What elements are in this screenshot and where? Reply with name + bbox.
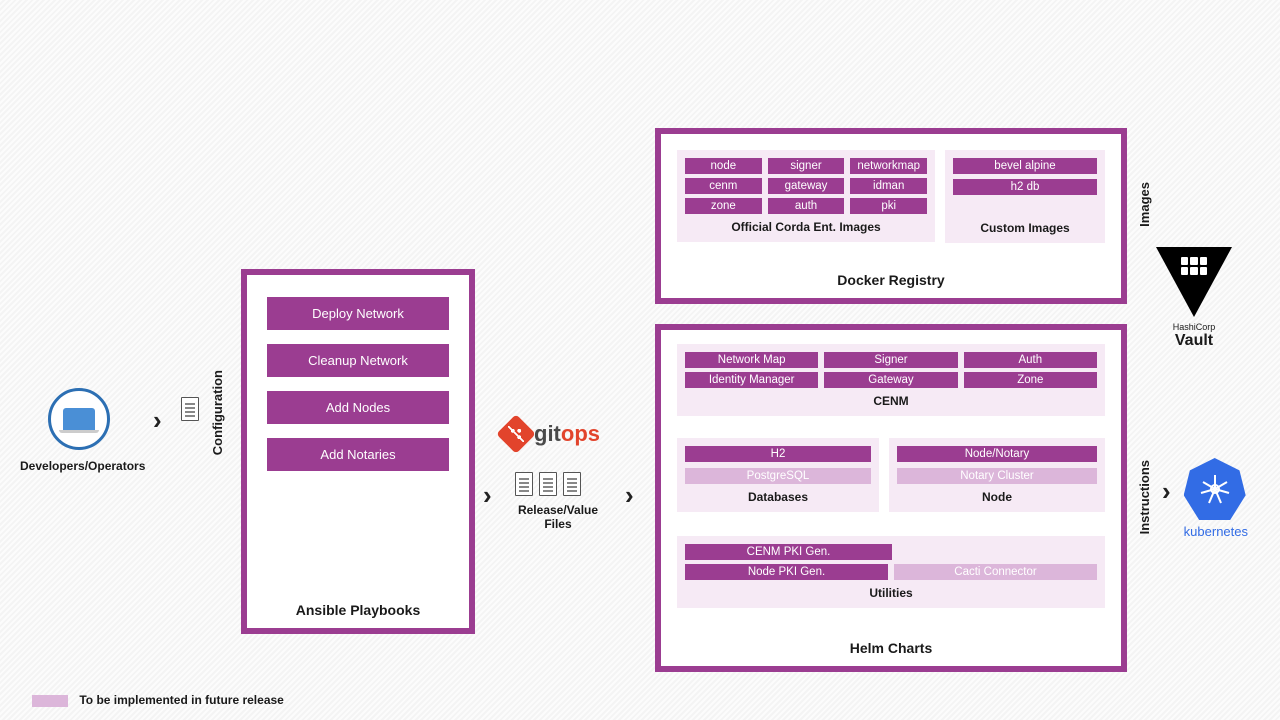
node-title: Node (897, 490, 1097, 504)
pill: H2 (685, 446, 871, 462)
instructions-label: Instructions (1137, 460, 1152, 534)
gitops-logo: gitops (502, 420, 600, 448)
developers-label: Developers/Operators (20, 459, 145, 473)
pill: networkmap (850, 158, 927, 174)
ansible-panel: Deploy Network Cleanup Network Add Nodes… (241, 269, 475, 634)
pill: gateway (768, 178, 845, 194)
kubernetes-icon (1184, 458, 1246, 520)
git-icon (496, 414, 536, 454)
gitops-git: git (534, 421, 561, 446)
pill: CENM PKI Gen. (685, 544, 892, 560)
vault-label: Vault (1156, 332, 1232, 350)
pill: Node PKI Gen. (685, 564, 888, 580)
pill: zone (685, 198, 762, 214)
gitops-ops: ops (561, 421, 600, 446)
legend: To be implemented in future release (32, 693, 284, 707)
pill: idman (850, 178, 927, 194)
custom-images-title: Custom Images (953, 221, 1097, 235)
pill: Network Map (685, 352, 818, 368)
utilities-title: Utilities (685, 586, 1097, 600)
pill: signer (768, 158, 845, 174)
avatar-icon (48, 388, 110, 450)
arrow-icon: › (1162, 476, 1171, 507)
k8s-label: kubernetes (1184, 524, 1248, 539)
helm-panel: Network Map Signer Auth Identity Manager Ga… (655, 324, 1127, 672)
pill-future: Cacti Connector (894, 564, 1097, 580)
pill-future: Notary Cluster (897, 468, 1097, 484)
docker-panel: node signer networkmap cenm gateway idman zo… (655, 128, 1127, 304)
pill: node (685, 158, 762, 174)
ansible-item: Cleanup Network (267, 344, 449, 377)
k8s-group: kubernetes (1184, 458, 1248, 539)
configuration-label: Configuration (210, 370, 225, 455)
images-label: Images (1137, 182, 1152, 227)
pill: Signer (824, 352, 957, 368)
vault-group: HashiCorp Vault (1156, 247, 1232, 350)
pill: h2 db (953, 179, 1097, 195)
docker-title: Docker Registry (661, 272, 1121, 288)
release-files-label: Release/Value Files (513, 503, 603, 531)
legend-text: To be implemented in future release (79, 693, 284, 707)
vault-top-label: HashiCorp (1156, 322, 1232, 332)
legend-swatch (32, 695, 68, 707)
pill: Node/Notary (897, 446, 1097, 462)
files-icon-group (512, 472, 584, 499)
pill: cenm (685, 178, 762, 194)
pill: Zone (964, 372, 1097, 388)
ansible-item: Deploy Network (267, 297, 449, 330)
file-icon (178, 397, 202, 424)
pill: Identity Manager (685, 372, 818, 388)
ansible-title: Ansible Playbooks (247, 602, 469, 618)
developers-group (48, 388, 110, 450)
databases-title: Databases (685, 490, 871, 504)
pill-future: PostgreSQL (685, 468, 871, 484)
arrow-icon: › (483, 480, 492, 511)
ansible-item: Add Notaries (267, 438, 449, 471)
pill: bevel alpine (953, 158, 1097, 174)
pill: pki (850, 198, 927, 214)
cenm-title: CENM (685, 394, 1097, 408)
pill: Auth (964, 352, 1097, 368)
pill: auth (768, 198, 845, 214)
helm-title: Helm Charts (661, 640, 1121, 656)
arrow-icon: › (153, 405, 162, 436)
pill: Gateway (824, 372, 957, 388)
ansible-item: Add Nodes (267, 391, 449, 424)
arrow-icon: › (625, 480, 634, 511)
official-images-title: Official Corda Ent. Images (685, 220, 927, 234)
